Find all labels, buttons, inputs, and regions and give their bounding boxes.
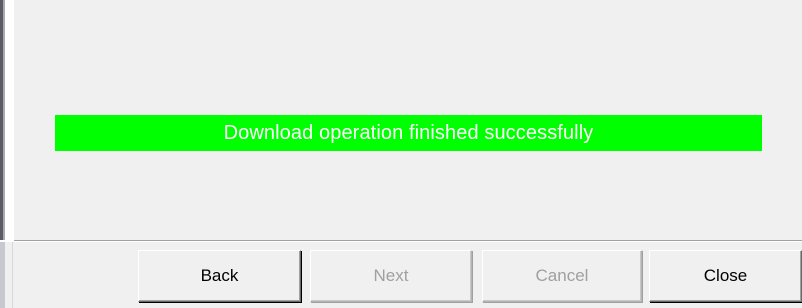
- window-left-frame-highlight: [3, 0, 5, 240]
- button-bar-left-frame: [0, 242, 5, 308]
- close-button[interactable]: Close: [649, 250, 802, 302]
- back-button[interactable]: Back: [138, 250, 301, 302]
- button-bar: Back Next Cancel Close: [0, 242, 802, 308]
- cancel-button[interactable]: Cancel: [482, 250, 642, 302]
- button-bar-left-line: [12, 242, 13, 308]
- status-banner: Download operation finished successfully: [55, 115, 762, 151]
- wizard-window: Download operation finished successfully…: [0, 0, 802, 308]
- next-button[interactable]: Next: [310, 250, 472, 302]
